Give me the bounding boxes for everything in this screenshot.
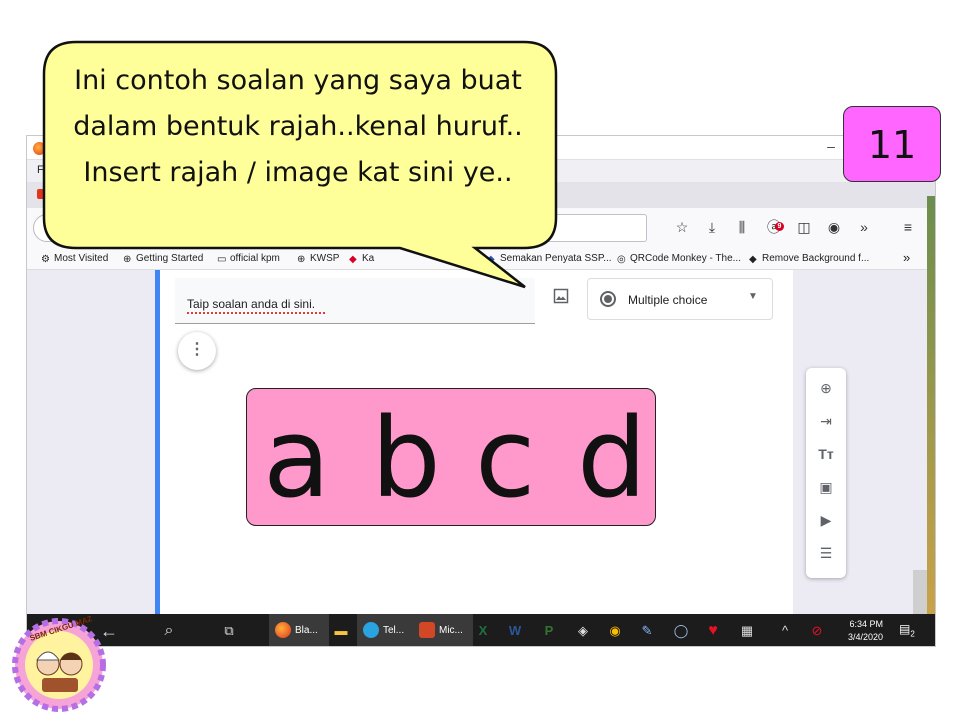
chevron-down-icon: ▼ [748, 291, 758, 302]
camera-app-icon[interactable]: ◈ [573, 621, 593, 641]
add-image-icon[interactable]: ▣ [816, 477, 836, 497]
form-page: Taip soalan anda di sini. Multiple choic… [27, 270, 935, 646]
spellcheck-underline [187, 312, 327, 314]
heart-icon[interactable]: ♥ [703, 621, 723, 641]
bookmark-ka[interactable]: ◆ Ka [349, 253, 374, 265]
bookmark-icon: ◆ [349, 254, 357, 265]
bookmark-semakan[interactable]: ◆ Semakan Penyata SSP... [487, 253, 612, 265]
clock-date: 3/4/2020 [847, 632, 883, 642]
powerpoint-icon [419, 622, 435, 638]
firefox-icon [33, 142, 46, 155]
account-icon[interactable]: ◉ [825, 218, 843, 236]
browser-screenshot: – F rch ☆ ⤓ ⫼ ⓐ 9 ◫ ◉ » ≡ ⚙ Most Visited ⊕… [26, 135, 936, 647]
bookmark-official-kpm[interactable]: ▭ official kpm [217, 253, 280, 265]
search-icon[interactable]: ⌕ [159, 621, 179, 641]
bookmark-most-visited[interactable]: ⚙ Most Visited [41, 253, 108, 265]
cikgu-maz-logo: SBM CIKGU MAZ [8, 614, 110, 716]
add-question-icon[interactable]: ⊕ [816, 378, 836, 398]
slide: – F rch ☆ ⤓ ⫼ ⓐ 9 ◫ ◉ » ≡ ⚙ Most Visited ⊕… [0, 0, 960, 720]
import-questions-icon[interactable]: ⇥ [816, 411, 836, 431]
card-accent-bar [155, 270, 160, 614]
form-side-toolbar: ⊕ ⇥ Tт ▣ ▶ ☰ [806, 368, 846, 578]
bookmark-kwsp[interactable]: ⊕ KWSP [297, 253, 339, 265]
app-circle-icon[interactable]: ◯ [671, 621, 691, 641]
excel-icon[interactable]: X [473, 621, 493, 641]
more-options-button[interactable]: ⋮ [178, 332, 216, 370]
notification-count: 2 [910, 629, 915, 639]
chevron-up-icon[interactable]: ^ [775, 621, 795, 641]
file-explorer-icon[interactable]: ▬ [331, 621, 351, 641]
back-button[interactable] [33, 214, 63, 242]
question-type-label: Multiple choice [628, 293, 708, 307]
taskbar-clock[interactable]: 6:34 PM 3/4/2020 [827, 618, 883, 644]
bookmark-qrcode-monkey[interactable]: ◎ QRCode Monkey - The... [617, 253, 741, 265]
menu-icon[interactable]: ≡ [899, 218, 917, 236]
addon-badge: 9 [775, 222, 784, 231]
bookmark-icon: ◆ [487, 254, 495, 265]
chrome-icon[interactable]: ◉ [605, 621, 625, 641]
taskbar-app-powerpoint[interactable]: Mic... [413, 614, 473, 646]
notification-icon[interactable]: ▤2 [899, 622, 917, 640]
add-title-icon[interactable]: Tт [816, 444, 836, 464]
bookmarks-bar: ⚙ Most Visited ⊕ Getting Started ▭ official… [27, 248, 935, 270]
antivirus-icon[interactable]: ⊘ [807, 621, 827, 641]
add-image-icon[interactable] [550, 288, 572, 310]
pocket-icon[interactable]: ☆ [673, 218, 691, 236]
question-image: a b c d [246, 388, 656, 526]
task-view-icon[interactable]: ⧉ [219, 621, 239, 641]
firefox-icon [275, 622, 291, 638]
download-icon[interactable]: ⤓ [703, 218, 721, 236]
radio-icon [600, 291, 616, 307]
addon-icon[interactable]: ⓐ 9 [765, 218, 784, 236]
bookmarks-overflow-icon[interactable]: » [903, 250, 910, 265]
question-type-dropdown[interactable]: Multiple choice ▼ [587, 278, 773, 320]
question-placeholder: Taip soalan anda di sini. [187, 297, 316, 311]
letter-c: c [475, 394, 536, 522]
slide-number-badge: 11 [843, 106, 941, 182]
taskbar-app-telegram[interactable]: Tel... [357, 614, 417, 646]
globe-icon: ⊕ [123, 254, 132, 265]
sidebar-icon[interactable]: ◫ [795, 218, 813, 236]
menu-file[interactable]: F [37, 164, 44, 176]
calculator-icon[interactable]: ▦ [737, 621, 757, 641]
tab-favicon-icon[interactable] [37, 189, 47, 199]
add-section-icon[interactable]: ☰ [816, 543, 836, 563]
bookmark-icon: ◆ [749, 254, 757, 265]
letter-d: d [577, 394, 647, 522]
folder-icon: ▭ [217, 254, 227, 265]
word-icon[interactable]: W [505, 621, 525, 641]
bookmark-getting-started[interactable]: ⊕ Getting Started [123, 253, 203, 265]
gear-icon: ⚙ [41, 254, 50, 265]
globe-icon: ⊕ [297, 254, 306, 265]
publisher-icon[interactable]: P [539, 621, 559, 641]
paint-icon[interactable]: ✎ [637, 621, 657, 641]
question-card: Taip soalan anda di sini. Multiple choic… [155, 270, 793, 614]
clock-time: 6:34 PM [849, 619, 883, 629]
callout-text: Ini contoh soalan yang saya buat dalam b… [73, 65, 523, 188]
windows-taskbar: ← ⌕ ⧉ Bla... ▬ Tel... Mic... X W P ◈ ◉ ✎… [27, 614, 935, 646]
navigation-bar: rch ☆ ⤓ ⫼ ⓐ 9 ◫ ◉ » ≡ [27, 208, 935, 248]
minimize-button[interactable]: – [822, 138, 840, 156]
qrcode-icon: ◎ [617, 254, 626, 265]
letter-b: b [371, 394, 441, 522]
bookmark-remove-background[interactable]: ◆ Remove Background f... [749, 253, 869, 265]
question-input[interactable]: Taip soalan anda di sini. [175, 278, 535, 324]
library-icon[interactable]: ⫼ [733, 218, 751, 236]
overflow-icon[interactable]: » [855, 218, 873, 236]
search-input[interactable]: rch [497, 214, 647, 242]
desktop-wallpaper-edge [927, 196, 935, 616]
telegram-icon [363, 622, 379, 638]
add-video-icon[interactable]: ▶ [816, 510, 836, 530]
letter-a: a [263, 394, 331, 522]
taskbar-app-firefox[interactable]: Bla... [269, 614, 329, 646]
